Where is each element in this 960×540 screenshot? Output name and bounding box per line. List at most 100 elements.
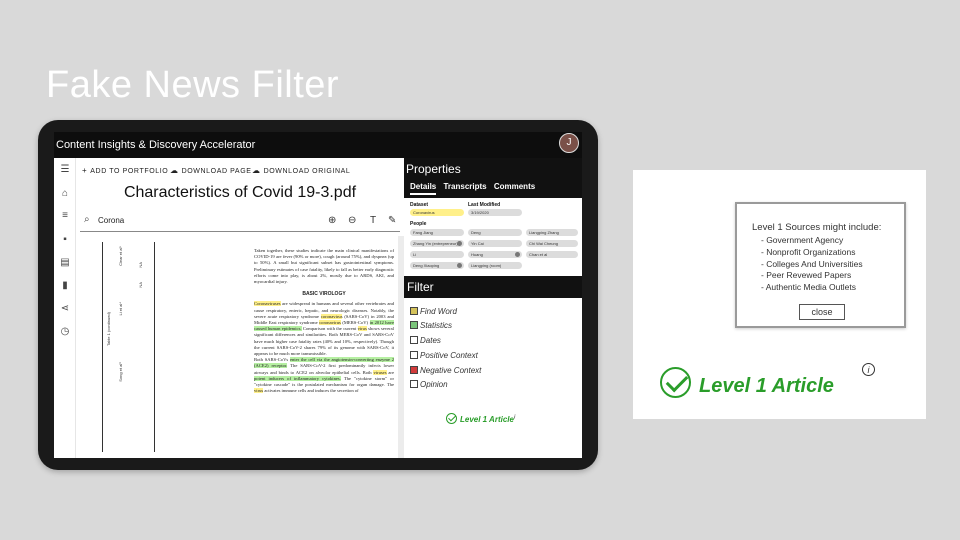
wrench-icon[interactable]: ✎ bbox=[388, 215, 396, 226]
person-tag[interactable]: Liangping Zhang bbox=[526, 229, 578, 236]
properties-tabs: Details Transcripts Comments bbox=[410, 182, 540, 195]
checkbox[interactable] bbox=[410, 380, 418, 388]
person-tag[interactable]: Deng bbox=[468, 229, 522, 236]
highlight-term[interactable]: virus bbox=[357, 326, 367, 332]
highlight-term[interactable]: Coronaviruses bbox=[254, 301, 281, 307]
search-input[interactable]: Corona bbox=[98, 216, 124, 225]
home-icon[interactable]: ⌂ bbox=[59, 188, 71, 200]
properties-header: Properties Details Transcripts Comments bbox=[404, 158, 582, 198]
filter-find-word[interactable]: Find Word bbox=[410, 307, 457, 316]
checkbox[interactable] bbox=[410, 307, 418, 315]
tablet-frame: Content Insights & Discovery Accelerator… bbox=[38, 120, 598, 470]
filter-label: Negative Context bbox=[420, 366, 482, 375]
body-text: activates immune cells and induces the s… bbox=[263, 388, 359, 394]
tab-comments[interactable]: Comments bbox=[494, 182, 535, 193]
person-tag[interactable]: Liangping (room) bbox=[468, 262, 522, 269]
filter-label: Find Word bbox=[420, 307, 457, 316]
document-search[interactable]: ⌕ Corona ⊕ ⊖ T ✎ bbox=[80, 212, 400, 232]
library-icon[interactable]: ▤ bbox=[59, 257, 71, 269]
document-toolbar: + ADD TO PORTFOLIO ☁ DOWNLOAD PAGE ☁ DOWNLO… bbox=[76, 158, 404, 182]
highlight-term[interactable]: virus bbox=[254, 388, 264, 394]
person-tag[interactable]: Huang bbox=[468, 251, 522, 258]
remove-icon[interactable] bbox=[515, 252, 520, 257]
person-tag[interactable]: Deng Xiaoping bbox=[410, 262, 464, 269]
remove-icon[interactable] bbox=[457, 241, 462, 246]
filter-negative-context[interactable]: Negative Context bbox=[410, 366, 481, 375]
tab-transcripts[interactable]: Transcripts bbox=[443, 182, 486, 193]
cloud-download-icon: ☁ bbox=[252, 166, 261, 175]
body-text: (MERS-CoV) bbox=[340, 320, 370, 326]
app-screen: Content Insights & Discovery Accelerator… bbox=[54, 132, 582, 458]
remove-icon[interactable] bbox=[457, 263, 462, 268]
filter-label: Statistics bbox=[420, 321, 453, 330]
close-button[interactable]: close bbox=[799, 304, 845, 320]
database-icon[interactable]: ≡ bbox=[59, 210, 71, 222]
check-circle-icon bbox=[446, 413, 457, 424]
person-tag[interactable]: Fang Jiang bbox=[410, 229, 464, 236]
tab-details[interactable]: Details bbox=[410, 182, 437, 195]
person-tag[interactable]: Chi Wai Cheung bbox=[526, 240, 578, 247]
chart-icon[interactable]: ▮ bbox=[59, 280, 71, 292]
info-icon[interactable]: i bbox=[862, 363, 875, 376]
highlight-statistic[interactable]: potent inducers of inflammatory cytokine… bbox=[254, 375, 341, 381]
rotated-table: Table 1 (continued) Clear et al⁵ Li et a… bbox=[98, 242, 158, 452]
checkbox[interactable] bbox=[410, 321, 418, 329]
table-header: Song et al⁹ bbox=[118, 362, 123, 382]
checkbox[interactable] bbox=[410, 366, 418, 374]
dataset-value[interactable]: Coronavirus bbox=[410, 209, 464, 216]
filter-opinion[interactable]: Opinion bbox=[410, 380, 448, 389]
person-tag[interactable]: Yin Cai bbox=[468, 240, 522, 247]
last-modified-label: Last Modified bbox=[468, 202, 501, 208]
highlight-term[interactable]: coronavirus bbox=[320, 313, 343, 319]
person-tag[interactable]: Chan et al bbox=[526, 251, 578, 258]
person-tag[interactable]: Zhang Yin (entrepreneur) bbox=[410, 240, 464, 247]
checkbox[interactable] bbox=[410, 336, 418, 344]
person-tag[interactable]: Li bbox=[410, 251, 464, 258]
badge-label: Level 1 Article bbox=[460, 415, 514, 424]
hamburger-icon[interactable]: ☰ bbox=[59, 164, 71, 176]
right-panel: Properties Details Transcripts Comments … bbox=[404, 158, 582, 458]
properties-title: Properties bbox=[406, 162, 461, 176]
filter-positive-context[interactable]: Positive Context bbox=[410, 351, 478, 360]
document-body: Taken together, these studies indicate t… bbox=[254, 248, 395, 394]
highlight-term[interactable]: viruses bbox=[373, 369, 387, 375]
body-text: Comparison with the current bbox=[301, 326, 358, 332]
person-name: Deng Xiaoping bbox=[413, 263, 440, 268]
filter-label: Positive Context bbox=[420, 351, 478, 360]
download-original-button[interactable]: ☁ DOWNLOAD ORIGINAL bbox=[252, 166, 350, 175]
zoom-out-icon[interactable]: ⊖ bbox=[348, 215, 356, 226]
highlight-term[interactable]: coronavirus bbox=[319, 320, 341, 326]
table-header: Clear et al⁵ bbox=[118, 246, 123, 266]
virology-paragraph-2: Both SARS-CoVs enter the cell via the an… bbox=[254, 357, 395, 394]
people-label: People bbox=[410, 221, 427, 227]
filter-dates[interactable]: Dates bbox=[410, 336, 441, 345]
table-cell: NA bbox=[138, 282, 143, 288]
callout-card: Level 1 Sources might include: - Governm… bbox=[633, 170, 926, 419]
level-1-badge[interactable]: Level 1 Articlei bbox=[446, 413, 515, 424]
history-icon[interactable]: ◷ bbox=[59, 326, 71, 338]
checkbox[interactable] bbox=[410, 351, 418, 359]
last-modified-value: 3/19/2020 bbox=[468, 209, 522, 216]
app-title: Content Insights & Discovery Accelerator bbox=[56, 139, 256, 151]
download-page-button[interactable]: ☁ DOWNLOAD PAGE bbox=[170, 166, 252, 175]
table-rule bbox=[154, 242, 155, 452]
check-circle-icon bbox=[660, 367, 691, 398]
plus-icon: + bbox=[82, 166, 88, 175]
list-item: - Authentic Media Outlets bbox=[761, 282, 856, 293]
filter-label: Opinion bbox=[420, 380, 448, 389]
avatar[interactable]: J bbox=[559, 133, 579, 153]
virology-paragraph-1: Coronaviruses are widespread in humans a… bbox=[254, 301, 394, 357]
add-to-portfolio-button[interactable]: + ADD TO PORTFOLIO bbox=[82, 166, 168, 175]
badge-label: Level 1 Article bbox=[699, 375, 834, 397]
popup-title: Level 1 Sources might include: bbox=[752, 222, 882, 233]
zoom-in-icon[interactable]: ⊕ bbox=[328, 215, 336, 226]
text-icon[interactable]: T bbox=[370, 215, 376, 226]
info-icon[interactable]: i bbox=[514, 414, 515, 420]
save-icon[interactable]: ▪ bbox=[59, 234, 71, 246]
filter-statistics[interactable]: Statistics bbox=[410, 321, 452, 330]
person-name: Huang bbox=[471, 252, 483, 257]
app-header: Content Insights & Discovery Accelerator… bbox=[54, 132, 582, 158]
share-icon[interactable]: ⋖ bbox=[59, 303, 71, 315]
sources-list: - Government Agency - Nonprofit Organiza… bbox=[761, 235, 863, 294]
table-header: Li et al⁴ bbox=[118, 302, 123, 316]
